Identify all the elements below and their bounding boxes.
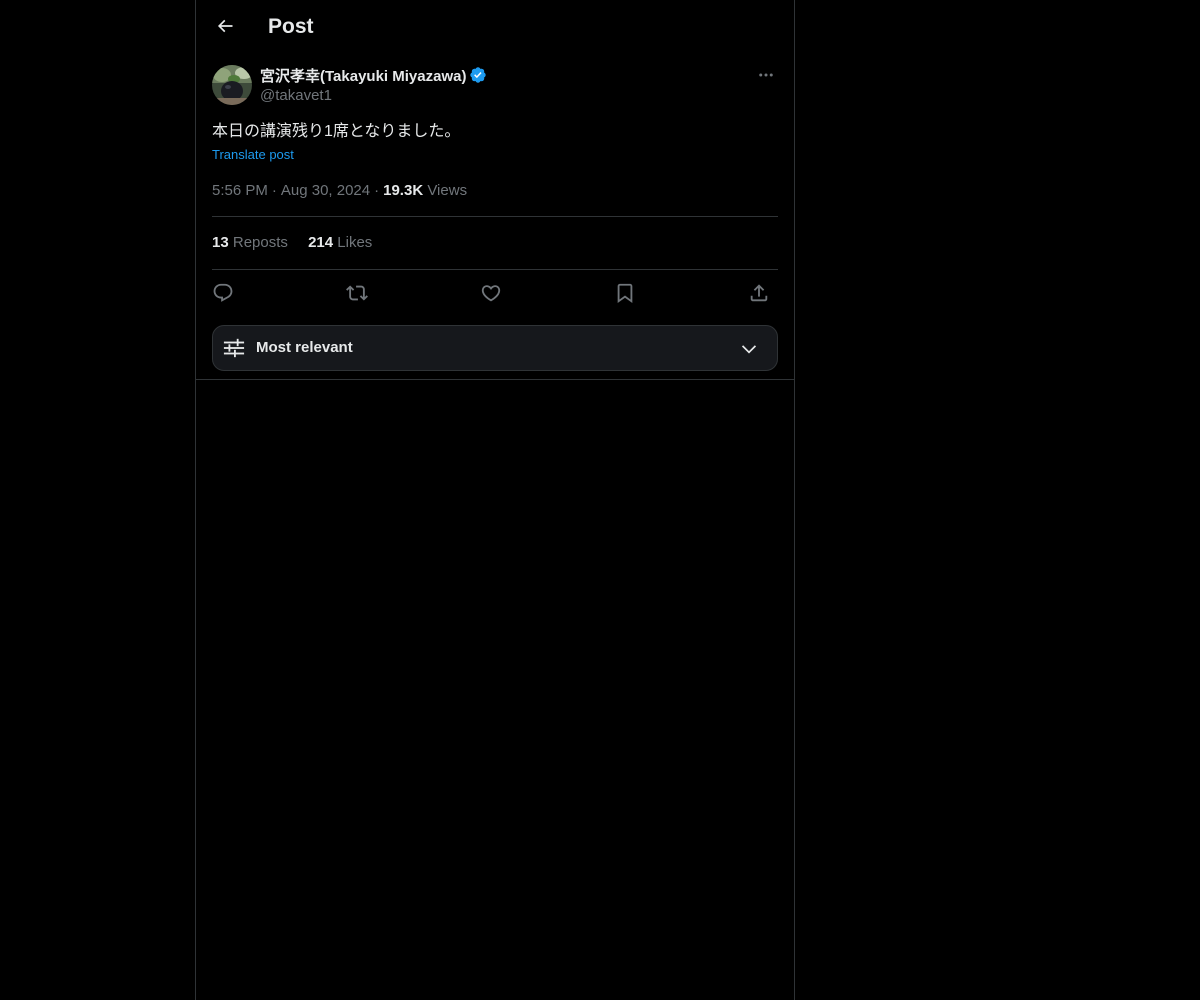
likes-stat[interactable]: 214 Likes: [308, 234, 372, 251]
verified-badge-icon: [469, 66, 487, 84]
separator: ·: [271, 182, 277, 199]
likes-count: 214: [308, 234, 334, 251]
separator: ·: [374, 182, 380, 199]
reposts-label: Reposts: [232, 234, 288, 251]
reposts-stat[interactable]: 13 Reposts: [212, 234, 288, 251]
avatar[interactable]: [212, 65, 252, 105]
likes-label: Likes: [337, 234, 373, 251]
sliders-icon: [223, 338, 245, 358]
views-count: 19.3K: [383, 182, 424, 199]
bookmark-button[interactable]: [612, 280, 638, 306]
avatar-image: [212, 65, 252, 105]
divider: [212, 269, 778, 270]
post-meta: 5:56 PM · Aug 30, 2024 · 19.3K Views: [212, 181, 467, 201]
page-header: Post: [196, 0, 794, 53]
chevron-down-icon: [741, 345, 757, 354]
author-handle[interactable]: @takavet1: [260, 86, 487, 106]
divider: [196, 379, 794, 380]
reply-icon: [213, 283, 233, 302]
main-column: Post 宮沢孝幸(Takayuki Miyazawa) @takavet1 本…: [195, 0, 795, 1000]
more-options-button[interactable]: [754, 65, 778, 85]
share-icon: [750, 284, 768, 302]
repost-icon: [346, 285, 368, 301]
repost-button[interactable]: [344, 280, 370, 306]
post-time[interactable]: 5:56 PM: [212, 182, 268, 199]
bookmark-icon: [617, 283, 633, 304]
reply-button[interactable]: [210, 280, 236, 306]
like-button[interactable]: [478, 280, 504, 306]
author-name[interactable]: 宮沢孝幸(Takayuki Miyazawa): [260, 65, 466, 86]
sort-replies-dropdown[interactable]: Most relevant: [212, 325, 778, 371]
views-label: Views: [427, 182, 468, 199]
page-title: Post: [268, 15, 314, 38]
translate-post-link[interactable]: Translate post: [212, 147, 294, 163]
post-text: 本日の講演残り1席となりました。: [212, 123, 461, 140]
reposts-count: 13: [212, 234, 229, 251]
divider: [212, 216, 778, 217]
share-button[interactable]: [746, 280, 772, 306]
more-icon: [759, 73, 773, 77]
post-stats: 13 Reposts 214 Likes: [212, 233, 388, 253]
arrow-left-icon: [217, 19, 233, 33]
post-author: 宮沢孝幸(Takayuki Miyazawa) @takavet1: [260, 64, 487, 106]
back-button[interactable]: [208, 9, 242, 43]
post-date[interactable]: Aug 30, 2024: [281, 182, 370, 199]
action-bar: [212, 280, 778, 306]
like-icon: [481, 285, 501, 302]
sort-label: Most relevant: [256, 339, 353, 356]
